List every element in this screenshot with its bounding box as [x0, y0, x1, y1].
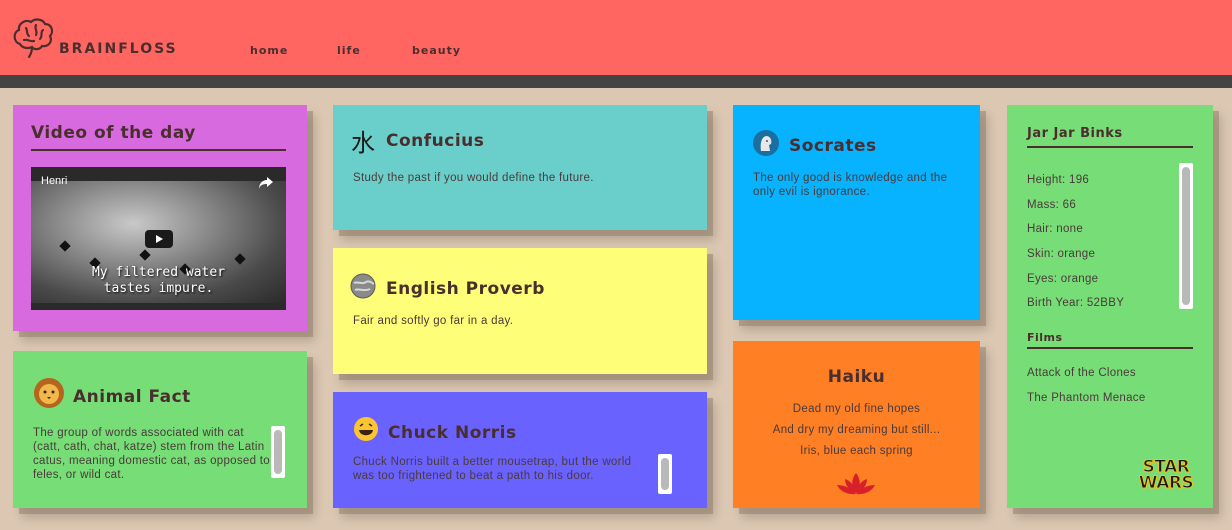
- video-title[interactable]: Henri: [41, 175, 67, 187]
- scrollbar-thumb[interactable]: [1179, 163, 1193, 309]
- nav-home[interactable]: home: [250, 44, 288, 57]
- films-title: Films: [1027, 331, 1063, 344]
- globe-icon: [350, 273, 376, 299]
- stat-birth-year: Birth Year: 52BBY: [1027, 297, 1125, 309]
- water-icon: 水: [351, 129, 375, 157]
- socrates-card: Socrates The only good is knowledge and …: [733, 105, 980, 320]
- quote-text: The only good is knowledge and the only …: [753, 172, 948, 198]
- card-title: Jar Jar Binks: [1027, 126, 1123, 141]
- english-proverb-card: English Proverb Fair and softly go far i…: [333, 248, 707, 374]
- card-title: Socrates: [789, 136, 877, 156]
- haiku-line: Iris, blue each spring: [800, 445, 913, 457]
- stat-mass: Mass: 66: [1027, 199, 1077, 211]
- stat-height: Height: 196: [1027, 174, 1090, 186]
- star-wars-logo: STAR WARS: [1131, 458, 1201, 493]
- scrollbar-thumb[interactable]: [271, 426, 285, 478]
- video-subtitle-line1: My filtered water: [91, 265, 226, 280]
- brain-icon[interactable]: [10, 14, 56, 60]
- stat-eyes: Eyes: orange: [1027, 273, 1099, 285]
- films-underline: [1027, 347, 1193, 349]
- quote-text: Study the past if you would define the f…: [353, 172, 594, 184]
- card-title: Chuck Norris: [388, 423, 517, 443]
- play-icon[interactable]: [145, 230, 173, 248]
- film-item[interactable]: Attack of the Clones: [1027, 367, 1136, 379]
- haiku-line: And dry my dreaming but still...: [772, 424, 941, 436]
- card-title: English Proverb: [386, 279, 545, 299]
- stat-skin: Skin: orange: [1027, 248, 1096, 260]
- logo-line2: WARS: [1138, 473, 1194, 493]
- card-title: Confucius: [386, 131, 485, 151]
- nav-life[interactable]: life: [337, 44, 361, 57]
- share-icon[interactable]: [258, 176, 274, 190]
- video-subtitle-line2: tastes impure.: [103, 281, 214, 296]
- film-item[interactable]: The Phantom Menace: [1027, 392, 1146, 404]
- laughing-emoji-icon: [354, 417, 378, 441]
- haiku-line: Dead my old fine hopes: [792, 403, 921, 415]
- video-player[interactable]: Henri My filtered water tastes impure.: [31, 167, 286, 310]
- lion-icon: [34, 378, 64, 408]
- header-divider: [0, 75, 1232, 88]
- scrollbar-thumb[interactable]: [658, 454, 672, 494]
- proverb-text: Fair and softly go far in a day.: [353, 315, 514, 327]
- title-underline: [31, 149, 286, 151]
- nav-beauty[interactable]: beauty: [412, 44, 461, 57]
- site-header: BRAINFLOSS home life beauty: [0, 0, 1232, 75]
- socrates-bust-icon: [753, 130, 779, 156]
- stat-hair: Hair: none: [1027, 223, 1084, 235]
- animal-fact-card: Animal Fact The group of words associate…: [13, 351, 307, 508]
- lotus-icon: [837, 473, 875, 495]
- title-underline: [1027, 146, 1193, 148]
- card-title: Haiku: [827, 367, 886, 387]
- joke-text: Chuck Norris built a better mousetrap, b…: [353, 456, 632, 482]
- brand-name[interactable]: BRAINFLOSS: [59, 41, 178, 57]
- confucius-card: 水 Confucius Study the past if you would …: [333, 105, 707, 230]
- chuck-norris-card: Chuck Norris Chuck Norris built a better…: [333, 392, 707, 508]
- haiku-card: Haiku Dead my old fine hopes And dry my …: [733, 341, 980, 508]
- animal-fact-text: The group of words associated with cat (…: [33, 427, 270, 481]
- card-title: Animal Fact: [73, 387, 191, 407]
- card-title: Video of the day: [31, 123, 196, 143]
